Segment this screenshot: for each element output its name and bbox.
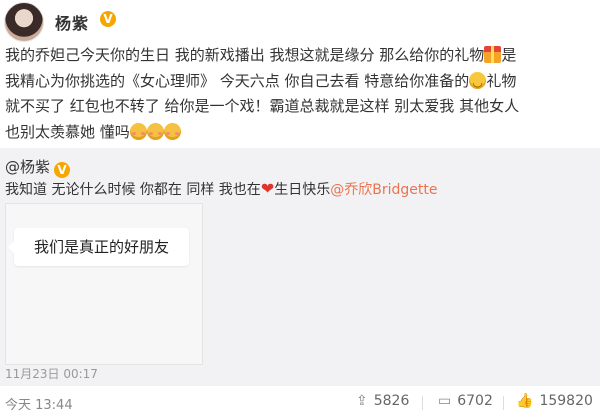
post-header: 杨紫 V	[0, 0, 600, 44]
reposted-post[interactable]: @杨紫 V 我知道 无论什么时候 你都在 同样 我也在❤生日快乐@乔欣Bridge…	[0, 148, 600, 386]
heart-icon: ❤	[260, 179, 275, 198]
like-count: 159820	[539, 393, 593, 409]
repost-text-part: 我知道 无论什么时候 你都在 同样 我也在	[5, 182, 261, 198]
post-line: 我的乔妲己今天你的生日 我的新戏播出 我想这就是缘分 那么给你的礼物是	[5, 43, 595, 69]
post-text: 也别太羡慕她 懂吗	[5, 122, 130, 141]
post-text: 礼物	[486, 71, 517, 90]
gift-emoji-icon	[484, 46, 502, 63]
repost-author-row: @杨紫 V	[5, 156, 71, 178]
post-text: 我的乔妲己今天你的生日 我的新戏播出 我想这就是缘分 那么给你的礼物	[5, 46, 485, 64]
comment-icon: ▭	[438, 393, 452, 409]
repost-text: 我知道 无论什么时候 你都在 同样 我也在❤生日快乐@乔欣Bridgette	[5, 179, 437, 199]
post-content: 我的乔妲己今天你的生日 我的新戏播出 我想这就是缘分 那么给你的礼物是 我精心为…	[5, 43, 595, 145]
mention-link[interactable]: @乔欣Bridgette	[330, 182, 437, 198]
divider	[503, 396, 504, 410]
post-text: 我精心为你挑选的《女心理师》 今天六点 你自己去看 特意给你准备的	[5, 71, 470, 90]
repost-button[interactable]: ⇪ 5826	[356, 393, 409, 409]
repost-text-part: 生日快乐	[274, 182, 331, 198]
blush-emoji-icon	[129, 122, 147, 140]
verified-badge-icon: V	[100, 11, 116, 27]
divider	[422, 396, 423, 410]
chat-bubble: 我们是真正的好朋友	[8, 228, 189, 266]
blush-emoji-icon	[146, 122, 164, 140]
post-line: 就不买了 红包也不转了 给你是一个戏！霸道总裁就是这样 别太爱我 其他女人	[5, 94, 595, 120]
username[interactable]: 杨紫	[55, 10, 89, 34]
repost-count: 5826	[373, 393, 410, 409]
avatar[interactable]	[4, 2, 44, 42]
thumbs-up-icon: 👍	[516, 393, 534, 409]
comment-button[interactable]: ▭ 6702	[438, 393, 493, 409]
post-text: 就不买了 红包也不转了 给你是一个戏！霸道总裁就是这样 别太爱我 其他女人	[5, 97, 520, 115]
post-footer: 今天 13:44 ⇪ 5826 ▭ 6702 👍 159820	[0, 386, 600, 418]
post-line: 也别太羡慕她 懂吗	[5, 120, 595, 146]
repost-author[interactable]: @杨紫	[5, 158, 50, 176]
repost-timestamp[interactable]: 11月23日 00:17	[5, 365, 98, 382]
like-button[interactable]: 👍 159820	[516, 393, 593, 409]
verified-badge-icon: V	[54, 162, 71, 178]
post-text: 是	[501, 46, 517, 64]
repost-icon: ⇪	[356, 393, 368, 409]
comment-count: 6702	[457, 393, 493, 409]
smile-emoji-icon	[469, 70, 487, 95]
repost-image[interactable]: 我们是真正的好朋友	[5, 203, 203, 365]
blush-emoji-icon	[163, 122, 181, 140]
post-line: 我精心为你挑选的《女心理师》 今天六点 你自己去看 特意给你准备的礼物	[5, 69, 595, 96]
post-timestamp[interactable]: 今天 13:44	[5, 394, 73, 413]
